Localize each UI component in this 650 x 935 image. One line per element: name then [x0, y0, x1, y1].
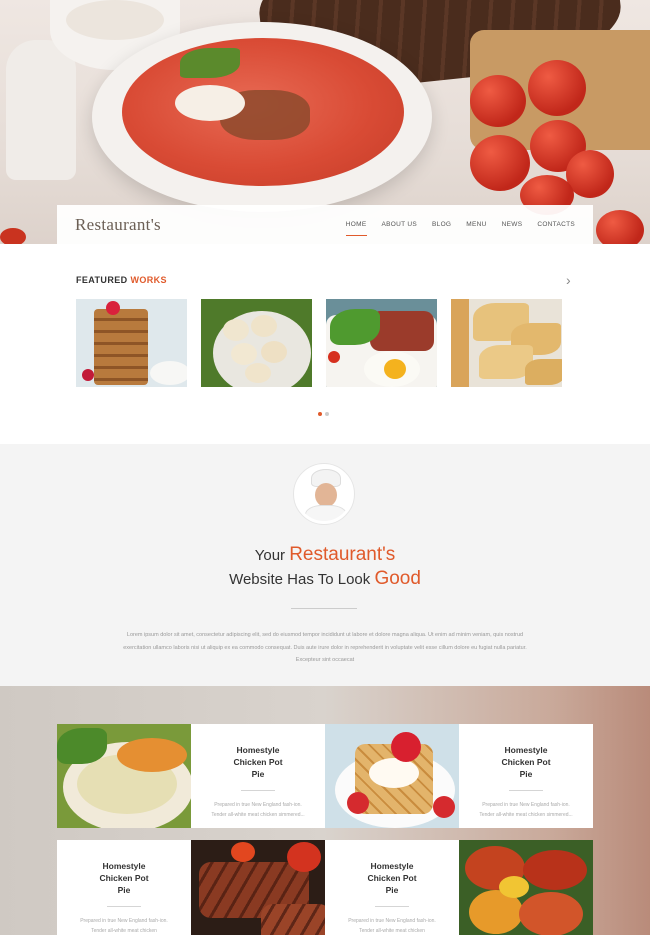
tomato-image [470, 135, 530, 191]
egg-yolk-image [384, 359, 406, 379]
about-heading-text: Website Has To Look [229, 571, 371, 588]
nav-menu[interactable]: MENU [466, 217, 486, 232]
menu-card-description: Prepared in true New England fash-ion. T… [211, 802, 305, 818]
featured-works-section: FEATURED WORKS › [0, 244, 650, 444]
dumpling-image [261, 341, 287, 363]
menu-card-description: Prepared in true New England fash-ion. T… [479, 802, 573, 818]
dumpling-image [231, 343, 257, 365]
board-image [451, 299, 469, 387]
salt-shaker-image [6, 40, 76, 180]
strawberry-image [433, 796, 455, 818]
herbs-image [57, 728, 107, 764]
chef-avatar [294, 464, 354, 524]
dumpling-image [223, 319, 249, 341]
nav-blog[interactable]: BLOG [432, 217, 451, 232]
menu-section: Homestyle Chicken Pot Pie Prepared in tr… [0, 686, 650, 935]
strawberry-image [106, 301, 120, 315]
nav-contacts[interactable]: CONTACTS [537, 217, 575, 232]
menu-card-description: Prepared in true New England fash-ion. T… [348, 918, 436, 934]
menu-grid: Homestyle Chicken Pot Pie Prepared in tr… [57, 724, 593, 935]
main-nav: HOME ABOUT US BLOG MENU NEWS CONTACTS [345, 217, 575, 236]
featured-carousel [76, 299, 562, 387]
parsley-image [180, 48, 240, 78]
about-heading-text: Your [254, 547, 286, 564]
carousel-pager [318, 412, 329, 416]
red-leaf-image [0, 228, 26, 244]
featured-item-cake[interactable] [76, 299, 187, 387]
menu-image-salad[interactable] [57, 724, 191, 828]
about-body-text: Lorem ipsum dolor sit amet, consectetur … [123, 632, 527, 663]
featured-item-dumplings[interactable] [201, 299, 312, 387]
pager-dot-1[interactable] [318, 412, 322, 416]
featured-title-main: FEATURED [76, 275, 128, 285]
menu-card-title: Homestyle Chicken Pot Pie [367, 861, 417, 895]
tomato-image [470, 75, 526, 127]
menu-card[interactable]: Homestyle Chicken Pot Pie Prepared in tr… [325, 840, 459, 935]
tomato-image [596, 210, 644, 244]
strawberry-image [347, 792, 369, 814]
tomato-image [231, 842, 255, 862]
menu-card-divider [241, 790, 275, 791]
menu-card[interactable]: Homestyle Chicken Pot Pie Prepared in tr… [57, 840, 191, 935]
menu-card-divider [375, 906, 409, 907]
about-heading-highlight: Good [374, 568, 421, 589]
menu-card-divider [509, 790, 543, 791]
about-divider [291, 608, 357, 609]
menu-card-title: Homestyle Chicken Pot Pie [99, 861, 149, 895]
menu-card[interactable]: Homestyle Chicken Pot Pie Prepared in tr… [459, 724, 593, 828]
sausage-image [523, 850, 587, 890]
steak-image [261, 904, 325, 935]
site-logo[interactable]: Restaurant's [75, 215, 161, 235]
menu-card-divider [107, 906, 141, 907]
meat-image [519, 892, 583, 935]
menu-image-steak[interactable] [191, 840, 325, 935]
salad-image [330, 309, 380, 345]
menu-image-waffles[interactable] [325, 724, 459, 828]
menu-image-kebab[interactable] [459, 840, 593, 935]
about-heading-line-1: Your Restaurant's [0, 544, 650, 566]
chef-coat-icon [305, 505, 347, 521]
cake-image [94, 309, 148, 385]
plate-image [150, 361, 187, 385]
about-section: Your Restaurant's Website Has To Look Go… [0, 444, 650, 686]
tomato-image [287, 842, 321, 872]
menu-card-title: Homestyle Chicken Pot Pie [501, 745, 551, 779]
featured-item-steak-egg[interactable] [326, 299, 437, 387]
cream-image [369, 758, 419, 788]
crepe-image [525, 359, 562, 385]
featured-item-crepes[interactable] [451, 299, 562, 387]
chef-face-icon [315, 483, 337, 507]
about-heading-highlight: Restaurant's [289, 544, 396, 565]
strawberry-image [391, 732, 421, 762]
pepper-image [499, 876, 529, 898]
tomato-image [328, 351, 340, 363]
cup-cream-image [66, 0, 164, 40]
menu-card-description: Prepared in true New England fash-ion. T… [80, 918, 168, 934]
soup-cream-image [175, 85, 245, 121]
raspberry-image [82, 369, 94, 381]
navbar: Restaurant's HOME ABOUT US BLOG MENU NEW… [57, 205, 593, 244]
orange-image [117, 738, 187, 772]
chevron-right-icon[interactable]: › [566, 272, 571, 288]
dumpling-image [245, 363, 271, 383]
pager-dot-2[interactable] [325, 412, 329, 416]
about-heading-line-2: Website Has To Look Good [0, 568, 650, 590]
nav-home[interactable]: HOME [345, 217, 367, 236]
featured-title-accent: WORKS [130, 275, 167, 285]
menu-card[interactable]: Homestyle Chicken Pot Pie Prepared in tr… [191, 724, 325, 828]
tomato-image [528, 60, 586, 116]
featured-title: FEATURED WORKS [76, 275, 167, 285]
menu-card-title: Homestyle Chicken Pot Pie [233, 745, 283, 779]
nav-about-us[interactable]: ABOUT US [382, 217, 418, 232]
nav-news[interactable]: NEWS [502, 217, 523, 232]
dumpling-image [251, 315, 277, 337]
